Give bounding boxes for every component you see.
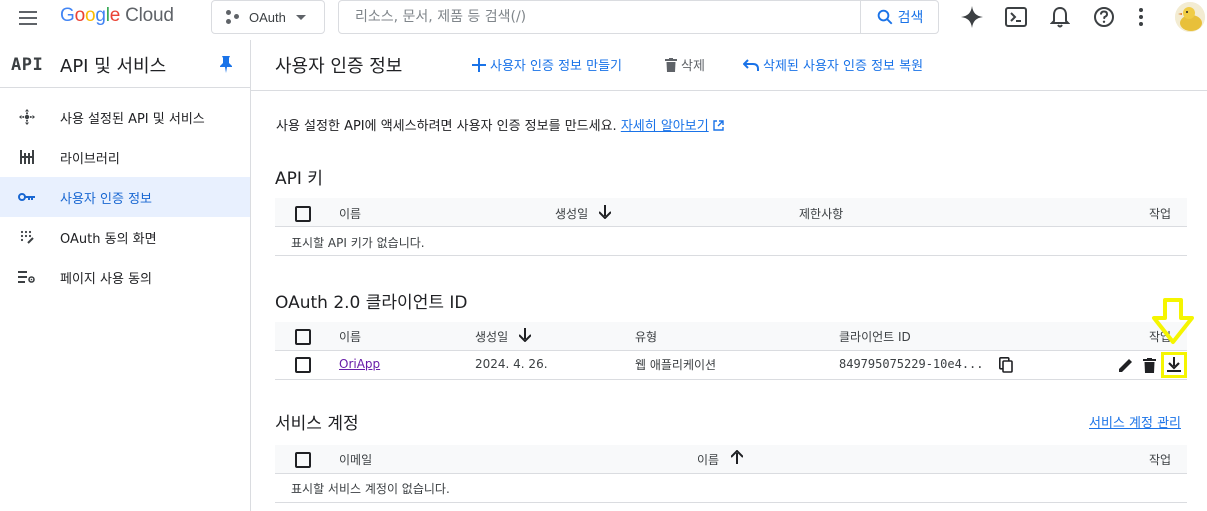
sidebar-item-enabled-apis[interactable]: 사용 설정된 API 및 서비스	[0, 97, 250, 137]
intro-description: 사용 설정한 API에 액세스하려면 사용자 인증 정보를 만드세요.	[276, 119, 617, 134]
notifications-icon[interactable]	[1046, 5, 1074, 29]
column-header-actions: 작업	[1149, 207, 1172, 221]
oauth-client-name-link[interactable]: OriApp	[339, 357, 380, 371]
sidebar-title: API 및 서비스	[60, 56, 167, 77]
api-keys-empty-row: 표시할 API 키가 없습니다.	[275, 227, 1187, 256]
api-logo-icon: API	[11, 55, 44, 75]
oauth-table-header: 이름 생성일 유형 클라이언트 ID 작업	[275, 322, 1187, 351]
project-icon	[226, 10, 240, 24]
more-vert-icon[interactable]	[1134, 5, 1148, 29]
select-all-checkbox[interactable]	[295, 206, 311, 222]
page-usage-icon	[18, 268, 36, 286]
sidebar-item-oauth-consent[interactable]: OAuth 동의 화면	[0, 217, 250, 257]
create-credentials-button[interactable]: 사용자 인증 정보 만들기	[472, 55, 622, 74]
column-header-created[interactable]: 생성일	[475, 328, 508, 345]
column-header-email[interactable]: 이메일	[339, 451, 372, 468]
sidebar-item-label: 라이브러리	[60, 152, 120, 167]
manage-service-accounts-link[interactable]: 서비스 계정 관리	[1089, 412, 1181, 431]
sidebar-item-credentials[interactable]: 사용자 인증 정보	[0, 177, 250, 217]
sort-arrow-down-icon[interactable]	[519, 328, 531, 342]
plus-icon	[472, 57, 486, 72]
oauth-client-type: 웹 애플리케이션	[635, 358, 717, 372]
restore-deleted-button[interactable]: 삭제된 사용자 인증 정보 복원	[743, 55, 923, 74]
cloud-shell-icon[interactable]	[1002, 5, 1030, 29]
restore-deleted-label: 삭제된 사용자 인증 정보 복원	[763, 59, 924, 74]
sidebar-item-label: 사용자 인증 정보	[60, 192, 152, 207]
copy-icon[interactable]	[996, 355, 1016, 375]
column-header-name[interactable]: 이름	[339, 205, 361, 222]
help-icon[interactable]	[1090, 5, 1118, 29]
oauth-clients-title: OAuth 2.0 클라이언트 ID	[275, 293, 468, 313]
key-icon	[18, 188, 36, 206]
top-bar: GoogleCloud OAuth 검색	[0, 0, 1207, 35]
column-header-restrictions: 제한사항	[799, 207, 844, 221]
project-label: OAuth	[249, 9, 286, 25]
select-all-checkbox[interactable]	[295, 329, 311, 345]
api-keys-table-header: 이름 생성일 제한사항 작업	[275, 198, 1187, 227]
oauth-client-created: 2024. 4. 26.	[475, 357, 548, 371]
column-header-name[interactable]: 이름	[339, 328, 361, 345]
delete-label: 삭제	[681, 59, 705, 74]
logo-cloud-text: Cloud	[125, 5, 174, 26]
select-all-checkbox[interactable]	[295, 452, 311, 468]
column-header-name[interactable]: 이름	[697, 451, 719, 468]
sidebar-item-library[interactable]: 라이브러리	[0, 137, 250, 177]
external-link-icon[interactable]	[713, 120, 724, 131]
service-accounts-empty-text: 표시할 서비스 계정이 없습니다.	[291, 482, 450, 496]
oauth-consent-icon	[18, 228, 36, 246]
service-accounts-empty-row: 표시할 서비스 계정이 없습니다.	[275, 474, 1187, 503]
search-button[interactable]: 검색	[860, 1, 938, 33]
annotation-highlight-box	[1161, 352, 1187, 378]
service-accounts-table-header: 이메일 이름 작업	[275, 445, 1187, 474]
row-checkbox[interactable]	[295, 357, 311, 373]
search-bar: 검색	[338, 0, 939, 34]
gemini-sparkle-icon[interactable]	[958, 5, 986, 29]
delete-button[interactable]: 삭제	[665, 55, 705, 74]
edit-icon[interactable]	[1116, 355, 1136, 375]
sidebar: API API 및 서비스 사용 설정된 API 및 서비스 라이브러리 사용자…	[0, 40, 251, 511]
pin-icon[interactable]	[219, 55, 233, 73]
service-accounts-title: 서비스 계정	[275, 414, 359, 434]
create-credentials-label: 사용자 인증 정보 만들기	[490, 59, 622, 74]
column-header-type[interactable]: 유형	[635, 328, 657, 345]
chevron-down-icon	[295, 14, 306, 20]
annotation-arrow-icon	[1152, 298, 1194, 344]
sidebar-item-label: OAuth 동의 화면	[60, 232, 157, 247]
search-input[interactable]	[339, 1, 860, 33]
column-header-client-id[interactable]: 클라이언트 ID	[839, 328, 911, 345]
enabled-apis-icon	[18, 108, 36, 126]
avatar[interactable]	[1175, 2, 1205, 32]
column-header-actions: 작업	[1149, 453, 1172, 467]
project-selector[interactable]: OAuth	[211, 0, 325, 34]
api-keys-title: API 키	[275, 169, 323, 189]
oauth-client-id: 849795075229-10e4...	[839, 357, 984, 371]
learn-more-link[interactable]: 자세히 알아보기	[621, 119, 709, 134]
sidebar-header: API API 및 서비스	[0, 40, 250, 88]
sort-arrow-up-icon[interactable]	[731, 450, 743, 464]
sort-arrow-down-icon[interactable]	[599, 205, 611, 219]
api-keys-empty-text: 표시할 API 키가 없습니다.	[291, 236, 425, 250]
table-row: OriApp 2024. 4. 26. 웹 애플리케이션 84979507522…	[275, 351, 1187, 380]
sidebar-item-label: 페이지 사용 동의	[60, 272, 152, 287]
page-title: 사용자 인증 정보	[275, 56, 403, 77]
search-button-label: 검색	[897, 10, 924, 26]
search-icon	[877, 9, 893, 25]
delete-icon[interactable]	[1139, 355, 1159, 375]
main-menu-icon[interactable]	[16, 6, 40, 30]
trash-icon	[665, 57, 677, 72]
sidebar-item-label: 사용 설정된 API 및 서비스	[60, 112, 205, 127]
library-icon	[18, 148, 36, 166]
page-header: 사용자 인증 정보 사용자 인증 정보 만들기 삭제 삭제된 사용자 인증 정보…	[251, 40, 1207, 91]
undo-icon	[743, 58, 759, 71]
column-header-created[interactable]: 생성일	[555, 205, 588, 222]
google-cloud-logo[interactable]: Google Cloud	[60, 5, 174, 27]
intro-text: 사용 설정한 API에 액세스하려면 사용자 인증 정보를 만드세요. 자세히 …	[276, 115, 724, 134]
sidebar-item-page-usage[interactable]: 페이지 사용 동의	[0, 257, 250, 297]
